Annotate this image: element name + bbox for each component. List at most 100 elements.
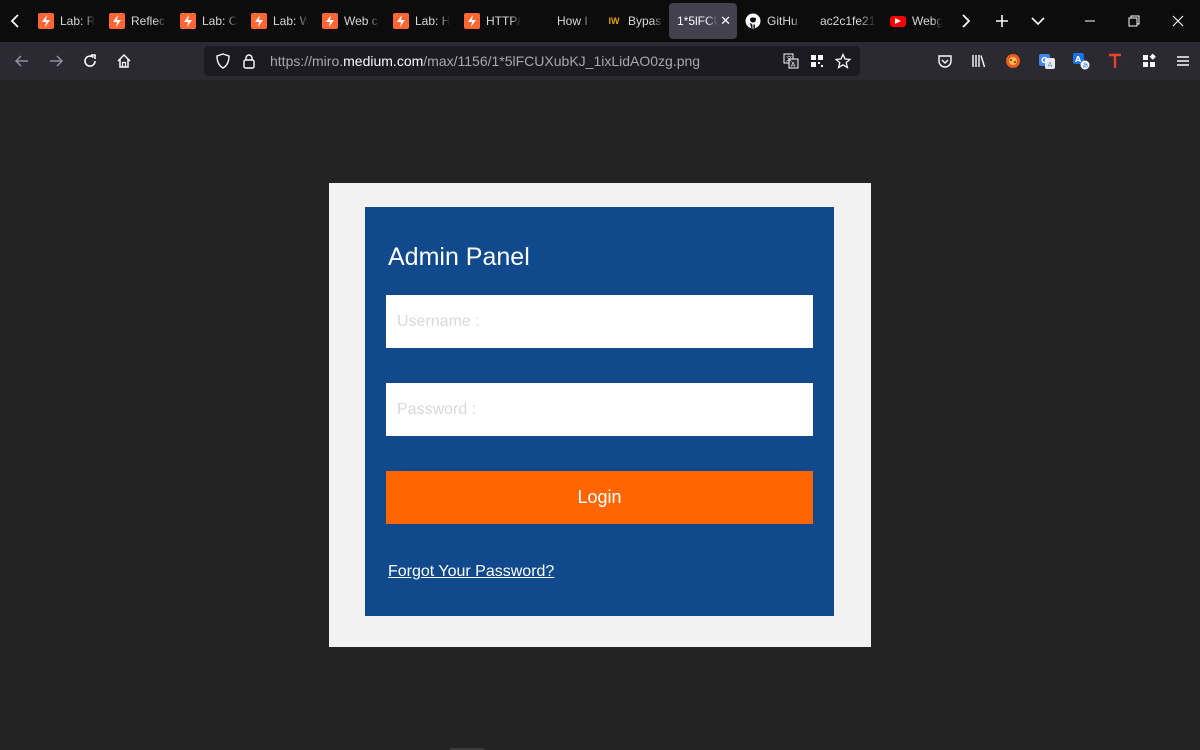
portswigger-bolt-icon [180,13,196,29]
tab-list: Lab: R Reflec Lab: C Lab: W Web c Lab: H… [30,0,948,42]
blank-favicon-icon [535,13,551,29]
iw-icon: IW [608,16,620,26]
admin-panel: Admin Panel Login Forgot Your Password? [365,207,834,616]
minimize-icon [1085,20,1095,22]
scroll-tabs-left-button[interactable] [0,0,30,42]
library-icon [972,55,986,68]
library-button[interactable] [962,46,996,76]
lock-icon[interactable] [238,50,260,72]
toolbar-extensions: GA Aあ [928,46,1200,76]
url-path: /max/1156/1*5lFCUXubKJ_1ixLidAO0zg.png [423,53,701,69]
translate-icon: 文A [783,53,799,69]
pocket-icon [938,55,952,68]
tab-title: Lab: R [60,14,95,28]
url-text[interactable]: https://miro.medium.com/max/1156/1*5lFCU… [270,53,700,69]
extensions-button[interactable] [1132,46,1166,76]
reload-icon [84,54,96,67]
restore-button[interactable] [1112,0,1156,42]
tab-title: Webg [912,14,942,28]
translate-page-button[interactable]: 文A [778,48,804,74]
extensions-grid-icon [1143,53,1156,67]
forgot-password-link[interactable]: Forgot Your Password? [388,563,554,581]
url-prefix: https://miro. [270,53,344,69]
tab[interactable]: Lab: C [172,3,243,39]
svg-text:A: A [1075,55,1082,64]
plus-icon [996,15,1008,27]
portswigger-bolt-icon [464,13,480,29]
reload-button[interactable] [73,45,107,77]
tab[interactable]: ac2c1fe21 [808,3,882,39]
extension-t-button[interactable] [1098,46,1132,76]
close-tab-icon[interactable]: ✕ [720,13,731,29]
svg-text:あ: あ [1083,63,1089,70]
chevron-right-icon [962,14,971,28]
tab[interactable]: GitHu [737,3,808,39]
youtube-icon [890,13,906,29]
tab-title: HTTP/ [486,14,521,28]
translate-extension-icon: GA [1039,54,1055,69]
page-title: Admin Panel [388,243,530,271]
forward-button[interactable] [39,45,73,77]
tab[interactable]: How I [527,3,598,39]
arrow-right-icon [50,55,64,67]
window-controls [1068,0,1200,42]
tab-title: GitHu [767,14,798,28]
password-input[interactable] [386,383,813,436]
tab-title: Lab: C [202,14,237,28]
screenshot-image: Admin Panel Login Forgot Your Password? [329,183,871,647]
new-tab-button[interactable] [984,0,1020,42]
star-icon [835,53,851,69]
tab-strip: Lab: R Reflec Lab: C Lab: W Web c Lab: H… [0,0,1200,42]
tab[interactable]: IW Bypas [598,3,669,39]
github-icon [745,13,761,29]
restore-icon [1128,15,1140,27]
t-extension-icon [1109,53,1121,68]
url-actions: 文A [778,48,860,74]
chevron-left-icon [10,14,19,28]
portswigger-bolt-icon [322,13,338,29]
tracking-protection-shield-icon[interactable] [212,50,234,72]
home-icon [117,53,131,68]
portswigger-bolt-icon [109,13,125,29]
tab[interactable]: Lab: H [385,3,456,39]
hamburger-menu-icon [1177,56,1189,66]
close-icon [1172,15,1184,27]
chevron-down-icon [1031,17,1045,26]
tab[interactable]: Reflec [101,3,172,39]
home-button[interactable] [107,45,141,77]
cookie-extension-icon [1006,54,1020,68]
arrow-left-icon [14,55,28,67]
tab-title: Bypas [628,14,662,28]
portswigger-bolt-icon [393,13,409,29]
extension-1-button[interactable] [996,46,1030,76]
tab-title: How I [557,14,588,28]
back-button[interactable] [5,45,39,77]
address-bar[interactable]: https://miro.medium.com/max/1156/1*5lFCU… [204,46,860,76]
close-window-button[interactable] [1156,0,1200,42]
extension-translate-button[interactable]: GA [1030,46,1064,76]
menu-button[interactable] [1166,46,1200,76]
extension-translate-2-button[interactable]: Aあ [1064,46,1098,76]
username-input[interactable] [386,295,813,348]
scroll-tabs-right-button[interactable] [948,0,984,42]
tab[interactable]: Webg [882,3,948,39]
tab[interactable]: Web c [314,3,385,39]
tab[interactable]: Lab: R [30,3,101,39]
bookmark-star-button[interactable] [830,48,856,74]
tab-title: Reflec [131,14,166,28]
page-content: Admin Panel Login Forgot Your Password? [0,80,1200,750]
minimize-button[interactable] [1068,0,1112,42]
tab-title: Web c [344,14,378,28]
tab-title: Lab: H [415,14,450,28]
login-button[interactable]: Login [386,471,813,524]
tab[interactable]: HTTP/ [456,3,527,39]
tab-title: ac2c1fe21 [820,14,876,28]
pocket-button[interactable] [928,46,962,76]
url-domain: medium.com [343,53,424,69]
list-all-tabs-button[interactable] [1020,0,1056,42]
tab-title: 1*5lFCU [677,14,719,28]
tab[interactable]: Lab: W [243,3,314,39]
tab-active[interactable]: 1*5lFCU ✕ [669,3,737,39]
qr-code-button[interactable] [804,48,830,74]
qr-code-icon [811,55,823,67]
